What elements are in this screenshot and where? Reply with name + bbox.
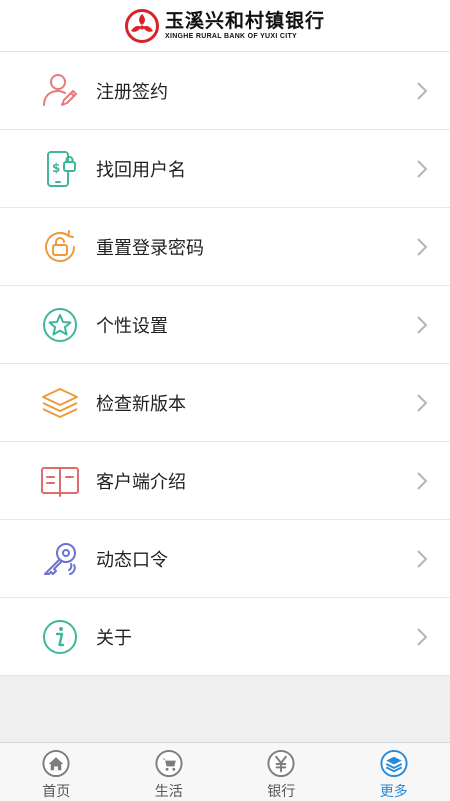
tab-life[interactable]: 生活 — [113, 743, 226, 801]
menu-item-client-intro[interactable]: 客户端介绍 — [0, 442, 450, 520]
tab-bank[interactable]: 银行 — [225, 743, 338, 801]
menu-item-label: 注册签约 — [96, 78, 168, 104]
menu-item-dynamic-token[interactable]: 动态口令 — [0, 520, 450, 598]
layers-icon — [40, 383, 80, 423]
menu-item-label: 客户端介绍 — [96, 468, 186, 494]
bank-emblem-icon — [125, 9, 159, 43]
chevron-right-icon — [416, 81, 428, 101]
chevron-right-icon — [416, 159, 428, 179]
menu-item-about[interactable]: 关于 — [0, 598, 450, 676]
chevron-right-icon — [416, 627, 428, 647]
user-edit-icon — [40, 71, 80, 111]
book-icon — [40, 461, 80, 501]
info-circle-icon — [40, 617, 80, 657]
menu-item-register[interactable]: 注册签约 — [0, 52, 450, 130]
tab-label: 首页 — [42, 781, 70, 801]
bank-logo: 玉溪兴和村镇银行 XINGHE RURAL BANK OF YUXI CITY — [125, 9, 325, 43]
bank-name-cn: 玉溪兴和村镇银行 — [165, 12, 325, 31]
star-circle-icon — [40, 305, 80, 345]
chevron-right-icon — [416, 237, 428, 257]
chevron-right-icon — [416, 549, 428, 569]
yuan-icon — [266, 749, 296, 778]
cart-icon — [154, 749, 184, 778]
home-icon — [41, 749, 71, 778]
chevron-right-icon — [416, 393, 428, 413]
tab-more[interactable]: 更多 — [338, 743, 450, 801]
menu-item-label: 个性设置 — [96, 312, 168, 338]
menu-item-check-update[interactable]: 检查新版本 — [0, 364, 450, 442]
menu-item-label: 找回用户名 — [96, 156, 186, 182]
app-header: 玉溪兴和村镇银行 XINGHE RURAL BANK OF YUXI CITY — [0, 0, 450, 52]
chevron-right-icon — [416, 471, 428, 491]
menu-item-reset-password[interactable]: 重置登录密码 — [0, 208, 450, 286]
tab-label: 更多 — [380, 781, 408, 801]
tab-label: 银行 — [267, 781, 295, 801]
bank-name-en: XINGHE RURAL BANK OF YUXI CITY — [165, 33, 325, 40]
menu-item-label: 动态口令 — [96, 546, 168, 572]
menu-item-recover-username[interactable]: $ 找回用户名 — [0, 130, 450, 208]
menu-item-label: 检查新版本 — [96, 390, 186, 416]
chevron-right-icon — [416, 315, 428, 335]
key-icon — [40, 539, 80, 579]
menu-item-personalization[interactable]: 个性设置 — [0, 286, 450, 364]
bottom-tab-bar: 首页 生活 银行 更多 — [0, 742, 450, 801]
tab-home[interactable]: 首页 — [0, 743, 113, 801]
lock-reset-icon — [40, 227, 80, 267]
tab-label: 生活 — [155, 781, 183, 801]
menu-item-label: 重置登录密码 — [96, 234, 204, 260]
menu-item-label: 关于 — [96, 624, 132, 650]
phone-dollar-lock-icon: $ — [40, 149, 80, 189]
svg-text:$: $ — [52, 161, 60, 175]
more-menu-list: 注册签约 $ 找回用户名 重置登录密码 — [0, 52, 450, 676]
layers-icon — [379, 749, 409, 778]
